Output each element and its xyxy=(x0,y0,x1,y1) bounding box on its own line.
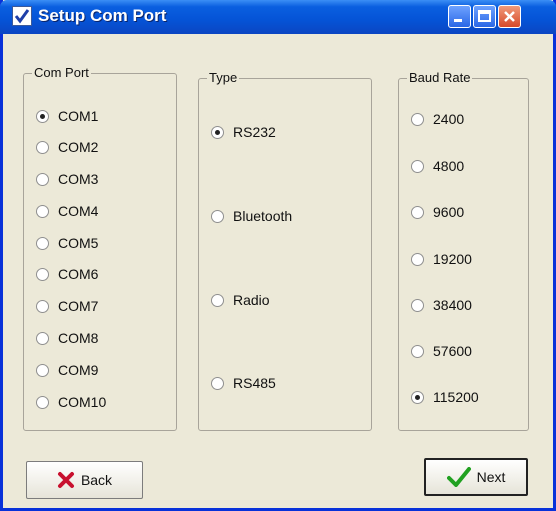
radio-label: Bluetooth xyxy=(233,208,293,224)
type-label: Type xyxy=(207,70,240,86)
radio-baud-4800[interactable]: 4800 xyxy=(411,156,464,176)
radio-circle[interactable] xyxy=(211,293,224,307)
radio-label: COM8 xyxy=(58,330,99,346)
radio-com10[interactable]: COM10 xyxy=(36,392,106,412)
radio-circle[interactable] xyxy=(211,376,224,390)
radio-label: 115200 xyxy=(433,389,479,405)
radio-circle[interactable] xyxy=(36,140,49,154)
back-button-label: Back xyxy=(80,472,113,488)
radio-circle[interactable] xyxy=(36,395,49,409)
radio-label: 4800 xyxy=(433,158,465,174)
radio-rs232[interactable]: RS232 xyxy=(211,122,276,142)
radio-baud-115200[interactable]: 115200 xyxy=(411,387,479,407)
baud-rate-label: Baud Rate xyxy=(407,70,473,86)
radio-baud-19200[interactable]: 19200 xyxy=(411,249,472,269)
radio-radio[interactable]: Radio xyxy=(211,290,270,310)
radio-com9[interactable]: COM9 xyxy=(36,360,98,380)
radio-label: COM6 xyxy=(58,266,99,282)
radio-baud-2400[interactable]: 2400 xyxy=(411,109,464,129)
radio-com4[interactable]: COM4 xyxy=(36,201,98,221)
x-icon xyxy=(57,472,74,488)
title-bar[interactable]: Setup Com Port xyxy=(0,0,556,34)
radio-label: 9600 xyxy=(433,204,465,220)
radio-label: COM4 xyxy=(58,203,99,219)
radio-label: COM10 xyxy=(58,394,107,410)
type-group: Type RS232 Bluetooth Radio RS485 xyxy=(198,70,372,431)
radio-label: 19200 xyxy=(433,251,472,267)
app-check-icon xyxy=(12,6,32,26)
baud-rate-group: Baud Rate 2400 4800 9600 19200 38400 576… xyxy=(398,70,529,431)
radio-label: COM3 xyxy=(58,171,99,187)
radio-label: RS232 xyxy=(233,124,276,140)
close-button[interactable] xyxy=(498,5,521,28)
radio-bluetooth[interactable]: Bluetooth xyxy=(211,206,292,226)
radio-circle[interactable] xyxy=(36,299,49,313)
check-icon xyxy=(446,467,471,487)
radio-circle[interactable] xyxy=(411,112,424,126)
radio-circle[interactable] xyxy=(411,159,424,173)
maximize-button[interactable] xyxy=(473,5,496,28)
radio-baud-38400[interactable]: 38400 xyxy=(411,295,472,315)
radio-circle[interactable] xyxy=(411,252,424,266)
radio-label: 57600 xyxy=(433,343,472,359)
radio-circle[interactable] xyxy=(36,172,49,186)
radio-label: RS485 xyxy=(233,375,276,391)
back-button[interactable]: Back xyxy=(26,461,143,499)
com-port-label: Com Port xyxy=(32,65,91,81)
radio-baud-9600[interactable]: 9600 xyxy=(411,202,464,222)
radio-label: COM5 xyxy=(58,235,99,251)
radio-com6[interactable]: COM6 xyxy=(36,264,98,284)
radio-circle[interactable] xyxy=(36,236,49,250)
radio-label: 2400 xyxy=(433,111,465,127)
radio-circle[interactable] xyxy=(411,390,424,404)
radio-circle[interactable] xyxy=(36,363,49,377)
radio-com1[interactable]: COM1 xyxy=(36,106,98,126)
radio-label: Radio xyxy=(233,292,270,308)
radio-circle[interactable] xyxy=(36,331,49,345)
radio-com7[interactable]: COM7 xyxy=(36,296,98,316)
radio-label: COM9 xyxy=(58,362,99,378)
com-port-group: Com Port COM1 COM2 COM3 COM4 COM5 COM6 C… xyxy=(23,65,177,431)
radio-com2[interactable]: COM2 xyxy=(36,137,98,157)
radio-com3[interactable]: COM3 xyxy=(36,169,98,189)
next-button-label: Next xyxy=(476,469,506,485)
radio-label: 38400 xyxy=(433,297,472,313)
radio-circle[interactable] xyxy=(36,109,49,123)
radio-circle[interactable] xyxy=(411,344,424,358)
window-title: Setup Com Port xyxy=(38,6,167,25)
radio-com8[interactable]: COM8 xyxy=(36,328,98,348)
radio-circle[interactable] xyxy=(211,209,224,223)
radio-circle[interactable] xyxy=(411,205,424,219)
radio-circle[interactable] xyxy=(211,125,224,139)
radio-com5[interactable]: COM5 xyxy=(36,233,98,253)
radio-circle[interactable] xyxy=(36,204,49,218)
radio-rs485[interactable]: RS485 xyxy=(211,373,276,393)
radio-label: COM1 xyxy=(58,108,99,124)
radio-baud-57600[interactable]: 57600 xyxy=(411,341,472,361)
radio-circle[interactable] xyxy=(411,298,424,312)
radio-label: COM7 xyxy=(58,298,99,314)
radio-circle[interactable] xyxy=(36,267,49,281)
next-button[interactable]: Next xyxy=(424,458,528,496)
minimize-button[interactable] xyxy=(448,5,471,28)
radio-label: COM2 xyxy=(58,139,99,155)
